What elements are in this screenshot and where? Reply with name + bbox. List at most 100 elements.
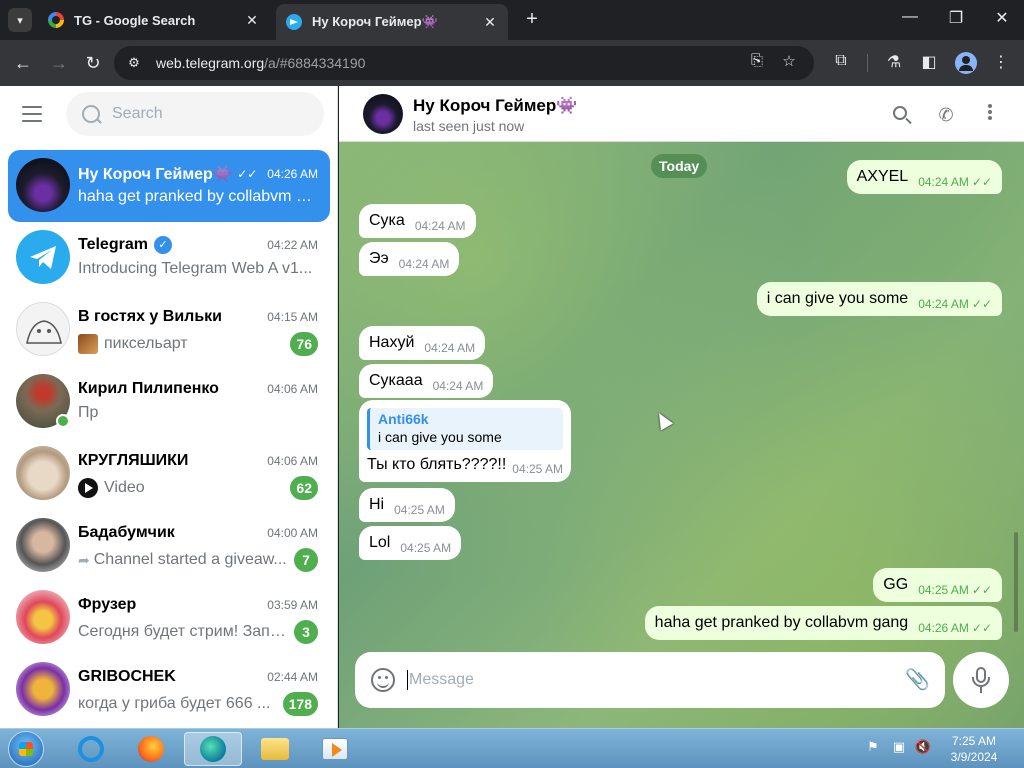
extensions-icon[interactable]: ⧉	[830, 52, 852, 70]
chat-item[interactable]: Фрузер 03:59 AM Сегодня будет стрим! Зап…	[8, 582, 330, 654]
minimize-button[interactable]: —	[898, 8, 922, 26]
chat-preview: Introducing Telegram Web A v1...	[78, 260, 313, 277]
chat-preview: Video	[104, 479, 145, 496]
chat-time: 02:44 AM	[267, 670, 318, 684]
read-check-icon: ✓✓	[971, 297, 992, 311]
media-player-icon	[322, 738, 348, 760]
profile-avatar-icon[interactable]	[955, 52, 977, 74]
avatar	[16, 446, 70, 500]
search-field[interactable]: Search	[66, 92, 324, 136]
message-input[interactable]	[409, 668, 889, 692]
message-incoming[interactable]: Сукааа 04:24 AM	[359, 364, 494, 398]
message-text: Hi	[369, 496, 385, 513]
message-outgoing[interactable]: i can give you some 04:24 AM ✓✓	[756, 282, 1002, 316]
phone-call-icon[interactable]: ✆	[935, 104, 957, 126]
message-list: Today AXYEL 04:24 AM ✓✓ Сука 04:24 AM Ээ…	[339, 142, 1024, 728]
internet-explorer-icon	[78, 736, 104, 762]
chat-item[interactable]: Бадабумчик 04:00 AM ➦ Channel started a …	[8, 510, 330, 582]
chat-item[interactable]: Кирил Пилипенко 04:06 AM Пр	[8, 366, 330, 438]
avatar	[16, 158, 70, 212]
tab-search-button[interactable]: ▾	[8, 8, 32, 32]
message-time: 04:24 AM	[424, 341, 476, 355]
message-incoming[interactable]: Ээ 04:24 AM	[359, 242, 460, 276]
browser-tab-google[interactable]: TG - Google Search ✕	[38, 4, 270, 36]
message-incoming[interactable]: Сука 04:24 AM	[359, 204, 476, 238]
read-check-icon: ✓✓	[971, 621, 992, 635]
browser-tab-telegram[interactable]: Ну Короч Геймер👾 ✕	[276, 4, 508, 40]
reply-quote[interactable]: Anti66k i can give you some	[367, 408, 563, 450]
chat-name: Фрузер	[78, 596, 137, 613]
system-clock[interactable]: 7:25 AM 3/9/2024	[944, 733, 1004, 765]
avatar	[16, 518, 70, 572]
date-separator: Today	[651, 154, 708, 178]
message-outgoing[interactable]: AXYEL 04:24 AM ✓✓	[846, 160, 1002, 194]
message-scrollbar[interactable]	[1014, 532, 1018, 632]
side-panel-icon[interactable]: ◧	[918, 52, 940, 72]
video-play-icon	[78, 478, 98, 498]
site-info-icon[interactable]: ⚙	[122, 51, 146, 75]
restore-button[interactable]: ❐	[944, 8, 968, 28]
message-time: 04:24 AM	[432, 379, 484, 393]
last-seen-status: last seen just now	[413, 118, 525, 134]
paperclip-attach-icon[interactable]: 📎	[905, 668, 930, 692]
message-outgoing[interactable]: haha get pranked by collabvm gang 04:26 …	[644, 606, 1002, 640]
chat-item[interactable]: Ну Короч Геймер👾 ✓✓ 04:26 AM haha get pr…	[8, 150, 330, 222]
reply-text: i can give you some	[378, 429, 502, 445]
unread-badge: 76	[290, 332, 318, 356]
avatar	[16, 302, 70, 356]
unread-badge: 7	[294, 548, 318, 572]
chat-item[interactable]: В гостях у Вильки 04:15 AM пиксельарт 76	[8, 294, 330, 366]
taskbar-firefox[interactable]	[122, 732, 180, 766]
message-time: 04:25 AM	[400, 541, 452, 555]
address-bar[interactable]: ⚙ web.telegram.org/a/#6884334190 ⎘ ☆	[114, 46, 814, 80]
text-caret	[407, 670, 408, 690]
taskbar-internet-explorer[interactable]	[62, 732, 120, 766]
menu-more-icon[interactable]: ⋮	[990, 52, 1012, 72]
bookmark-star-icon[interactable]: ☆	[778, 52, 800, 70]
taskbar-explorer[interactable]	[246, 732, 304, 766]
chat-item[interactable]: КРУГЛЯШИКИ 04:06 AM Video 62	[8, 438, 330, 510]
message-time: 04:25 AM	[918, 583, 969, 597]
unread-badge: 3	[294, 620, 318, 644]
start-button[interactable]	[8, 731, 44, 767]
message-incoming[interactable]: Lol 04:25 AM	[359, 526, 462, 560]
new-tab-button[interactable]: +	[520, 8, 544, 31]
message-incoming-reply[interactable]: Anti66k i can give you some Ты кто блять…	[359, 400, 571, 482]
message-outgoing[interactable]: GG 04:25 AM ✓✓	[873, 568, 1002, 602]
avatar	[16, 590, 70, 644]
tab-close-icon[interactable]: ✕	[482, 14, 498, 31]
google-favicon-icon	[48, 12, 64, 28]
chat-preview: Channel started a giveaw...	[93, 551, 287, 568]
labs-flask-icon[interactable]: ⚗	[883, 52, 905, 72]
chat-title[interactable]: Ну Короч Геймер👾	[413, 96, 577, 116]
install-app-icon[interactable]: ⎘	[746, 52, 768, 69]
reload-button[interactable]: ↻	[82, 52, 104, 74]
message-incoming[interactable]: Нахуй 04:24 AM	[359, 326, 486, 360]
message-text: Сукааа	[369, 372, 423, 389]
tab-close-icon[interactable]: ✕	[244, 12, 260, 29]
avatar[interactable]	[363, 94, 403, 134]
action-center-flag-icon[interactable]: ⚑	[864, 739, 882, 755]
message-text: Нахуй	[369, 334, 415, 351]
search-icon	[82, 105, 100, 123]
network-icon[interactable]: ▣	[890, 739, 908, 755]
taskbar-edge[interactable]	[184, 732, 242, 766]
hamburger-menu-icon[interactable]	[22, 106, 42, 122]
taskbar-media-player[interactable]	[306, 732, 364, 766]
voice-record-button[interactable]	[953, 652, 1009, 708]
chat-item[interactable]: Telegram ✓ 04:22 AM Introducing Telegram…	[8, 222, 330, 294]
close-window-button[interactable]: ✕	[990, 8, 1014, 28]
emoji-smile-icon[interactable]	[371, 668, 395, 692]
forward-button[interactable]: →	[48, 52, 70, 74]
search-icon[interactable]	[891, 104, 913, 126]
back-button[interactable]: ←	[12, 52, 34, 74]
chat-name: Кирил Пилипенко	[78, 380, 219, 397]
url-text[interactable]: web.telegram.org/a/#6884334190	[156, 55, 365, 71]
more-options-icon[interactable]	[979, 102, 1001, 124]
chat-item[interactable]: GRIBOCHEK 02:44 AM когда у гриба будет 6…	[8, 654, 330, 726]
volume-muted-icon[interactable]: 🔇	[914, 739, 932, 755]
message-text: i can give you some	[766, 290, 909, 307]
message-incoming[interactable]: Hi 04:25 AM	[359, 488, 455, 522]
chat-list: Ну Короч Геймер👾 ✓✓ 04:26 AM haha get pr…	[0, 150, 337, 726]
unread-badge: 62	[290, 476, 318, 500]
